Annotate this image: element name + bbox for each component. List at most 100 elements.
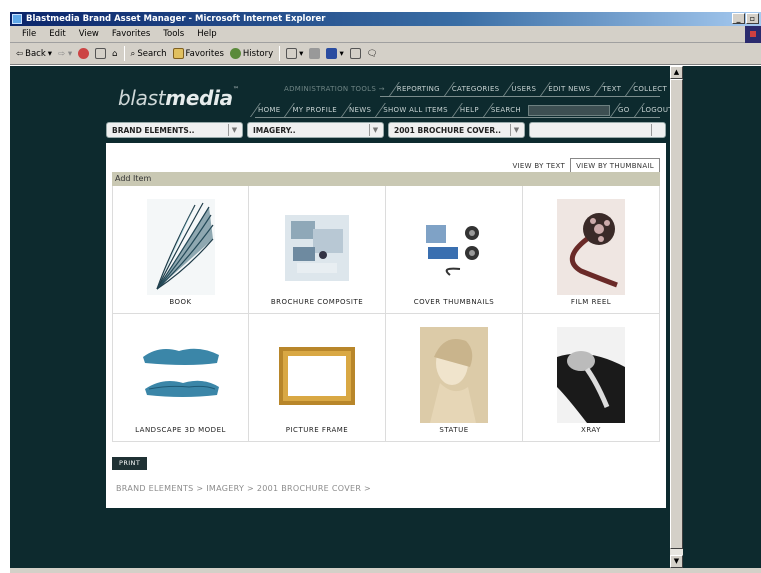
logout-button[interactable]: LOGOUT — [634, 103, 670, 117]
forward-button[interactable]: ⇨ ▾ — [58, 49, 72, 59]
grid-item-film-reel[interactable]: FILM REEL — [523, 186, 660, 314]
logo-part1: blast — [118, 86, 166, 110]
nav-edit-news[interactable]: EDIT NEWS — [540, 82, 594, 96]
chevron-down-icon: ▼ — [651, 124, 663, 136]
select-value: BRAND ELEMENTS.. — [112, 125, 195, 135]
item-label: BOOK — [169, 298, 192, 306]
favorites-label: Favorites — [185, 48, 224, 59]
nav-search-label: SEARCH — [483, 103, 525, 117]
nav-my-profile[interactable]: MY PROFILE — [284, 103, 341, 117]
menu-file[interactable]: File — [22, 29, 36, 39]
film-reel-thumbnail — [557, 199, 625, 295]
restore-button[interactable]: ▫ — [746, 13, 759, 24]
imagery-select[interactable]: IMAGERY.. ▼ — [247, 122, 384, 138]
scroll-up-arrow-icon[interactable]: ▲ — [670, 66, 683, 79]
frame-thumbnail — [275, 327, 359, 423]
item-label: COVER THUMBNAILS — [413, 298, 495, 306]
grid-item-book[interactable]: BOOK — [112, 186, 249, 314]
landscape-thumbnail — [138, 327, 223, 423]
grid-item-cover-thumbnails[interactable]: COVER THUMBNAILS — [386, 186, 523, 314]
edit-button[interactable]: ▾ — [326, 48, 344, 59]
stop-button[interactable] — [78, 48, 90, 59]
menu-favorites[interactable]: Favorites — [112, 29, 150, 39]
print-toolbar-button[interactable] — [309, 48, 321, 59]
minimize-button[interactable]: _ — [732, 13, 745, 24]
mail-button[interactable]: ▾ — [286, 48, 303, 59]
favorites-button[interactable]: Favorites — [172, 48, 224, 59]
back-arrow-icon: ⇦ — [16, 48, 24, 59]
vertical-scrollbar[interactable]: ▲ ▼ — [670, 66, 683, 568]
dropdown-arrow-icon: ▾ — [47, 48, 53, 59]
stop-icon — [78, 48, 90, 59]
tab-view-by-thumbnail[interactable]: VIEW BY THUMBNAIL — [570, 158, 660, 172]
tab-view-by-text[interactable]: VIEW BY TEXT — [507, 159, 570, 172]
grid-item-statue[interactable]: STATUE — [386, 314, 523, 442]
nav-divider — [255, 117, 660, 118]
history-icon — [229, 48, 241, 59]
printer-icon — [309, 48, 321, 59]
item-label: XRAY — [581, 426, 601, 434]
search-button[interactable]: ⌕ Search — [131, 49, 167, 59]
nav-collect[interactable]: COLLECT — [625, 82, 670, 96]
forward-arrow-icon: ⇨ ▾ — [58, 48, 73, 59]
grid-item-xray[interactable]: XRAY — [523, 314, 660, 442]
thumbnail-grid: BOOK BROCHURE COMPOSITE COVER THUMBNAILS… — [112, 186, 660, 442]
nav-home[interactable]: HOME — [250, 103, 284, 117]
menu-edit[interactable]: Edit — [49, 29, 65, 39]
nav-text[interactable]: TEXT — [594, 82, 625, 96]
item-label: LANDSCAPE 3D MODEL — [135, 426, 226, 434]
scroll-thumb[interactable] — [670, 79, 683, 549]
cover-thumbnail — [420, 199, 488, 295]
refresh-button[interactable] — [95, 48, 107, 59]
subcategory-select[interactable]: ▼ — [529, 122, 666, 138]
print-button[interactable]: PRINT — [112, 457, 148, 470]
back-button[interactable]: ⇦ Back ▾ — [16, 49, 52, 59]
brand-elements-select[interactable]: BRAND ELEMENTS.. ▼ — [106, 122, 243, 138]
ie-icon — [12, 14, 22, 24]
breadcrumb: BRAND ELEMENTS > IMAGERY > 2001 BROCHURE… — [116, 484, 372, 493]
blastmedia-logo[interactable]: blastmedia™ — [118, 86, 239, 110]
discuss-button[interactable] — [349, 48, 361, 59]
page-margin — [683, 66, 761, 568]
home-icon: ⌂ — [112, 48, 118, 59]
chevron-down-icon: ▼ — [228, 124, 240, 136]
home-button[interactable]: ⌂ — [112, 49, 117, 59]
nav-reporting[interactable]: REPORTING — [389, 82, 444, 96]
menu-bar: File Edit View Favorites Tools Help — [10, 26, 761, 43]
nav-categories[interactable]: CATEGORIES — [444, 82, 504, 96]
xray-thumbnail — [557, 327, 625, 423]
scroll-down-arrow-icon[interactable]: ▼ — [670, 555, 683, 568]
add-item-label: Add Item — [115, 174, 152, 183]
logo-part2: media — [165, 86, 233, 110]
toolbar-separator — [123, 46, 125, 61]
browser-toolbar: ⇦ Back ▾ ⇨ ▾ ⌂ ⌕ Search Favorites Histor… — [10, 43, 761, 65]
nav-help[interactable]: HELP — [452, 103, 483, 117]
page-viewport: blastmedia™ ADMINISTRATION TOOLS → REPOR… — [10, 66, 670, 568]
nav-show-all-items[interactable]: SHOW ALL ITEMS — [375, 103, 452, 117]
history-button[interactable]: History — [229, 48, 273, 59]
nav-users[interactable]: USERS — [503, 82, 540, 96]
back-label: Back — [25, 48, 46, 59]
menu-tools[interactable]: Tools — [163, 29, 184, 39]
grid-item-picture-frame[interactable]: PICTURE FRAME — [249, 314, 386, 442]
brochure-cover-select[interactable]: 2001 BROCHURE COVER.. ▼ — [388, 122, 525, 138]
category-selectors: BRAND ELEMENTS.. ▼ IMAGERY.. ▼ 2001 BROC… — [106, 122, 666, 138]
grid-item-brochure-composite[interactable]: BROCHURE COMPOSITE — [249, 186, 386, 314]
nav-news[interactable]: NEWS — [341, 103, 375, 117]
main-nav: HOME MY PROFILE NEWS SHOW ALL ITEMS HELP… — [250, 103, 670, 117]
chevron-down-icon: ▼ — [369, 124, 381, 136]
go-button[interactable]: GO — [610, 103, 634, 117]
menu-help[interactable]: Help — [197, 29, 216, 39]
menu-view[interactable]: View — [79, 29, 99, 39]
search-input[interactable] — [528, 104, 610, 116]
chevron-down-icon: ▼ — [510, 124, 522, 136]
favorites-icon — [172, 48, 184, 59]
add-item-bar[interactable]: Add Item — [112, 172, 660, 186]
grid-item-landscape-3d-model[interactable]: LANDSCAPE 3D MODEL — [112, 314, 249, 442]
statue-thumbnail — [420, 327, 488, 423]
logo-tm: ™ — [232, 86, 239, 93]
mail-icon — [286, 48, 298, 59]
search-label: Search — [137, 48, 167, 59]
messenger-button[interactable]: 🗨 — [367, 49, 378, 59]
search-icon: ⌕ — [130, 48, 136, 59]
